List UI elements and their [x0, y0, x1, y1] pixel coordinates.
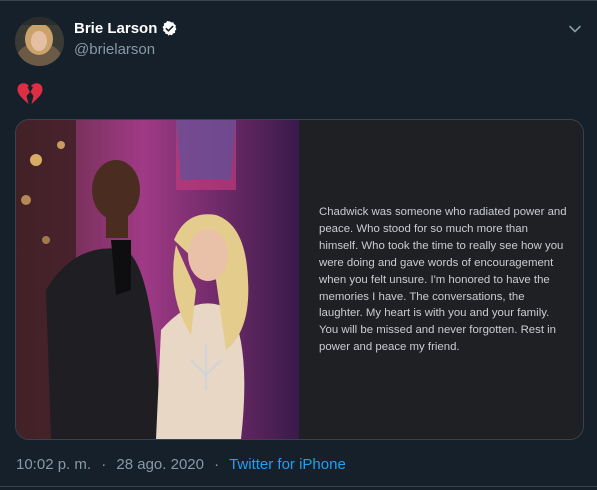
author-name-row[interactable]: Brie Larson — [74, 20, 178, 37]
meta-separator-2: · — [214, 456, 220, 473]
broken-heart-icon — [16, 82, 44, 106]
tweet-meta: 10:02 p. m. · 28 ago. 2020 · Twitter for… — [16, 456, 346, 473]
tweet-photo[interactable] — [16, 120, 299, 439]
avatar[interactable] — [15, 17, 64, 66]
tweet-time[interactable]: 10:02 p. m. — [16, 456, 91, 473]
tweet-media-card[interactable]: Chadwick was someone who radiated power … — [15, 119, 584, 440]
statement-text: Chadwick was someone who radiated power … — [319, 206, 567, 354]
verified-badge-icon — [161, 20, 178, 37]
top-divider — [0, 0, 597, 1]
bottom-divider — [0, 486, 597, 487]
tweet-source-link[interactable]: Twitter for iPhone — [229, 456, 346, 473]
tweet-date[interactable]: 28 ago. 2020 — [116, 456, 204, 473]
statement-panel: Chadwick was someone who radiated power … — [299, 120, 583, 439]
avatar-image — [15, 17, 64, 66]
chevron-down-icon[interactable] — [566, 20, 584, 38]
author-handle[interactable]: @brielarson — [74, 41, 155, 58]
author-display-name[interactable]: Brie Larson — [74, 20, 157, 37]
meta-separator: · — [101, 456, 107, 473]
